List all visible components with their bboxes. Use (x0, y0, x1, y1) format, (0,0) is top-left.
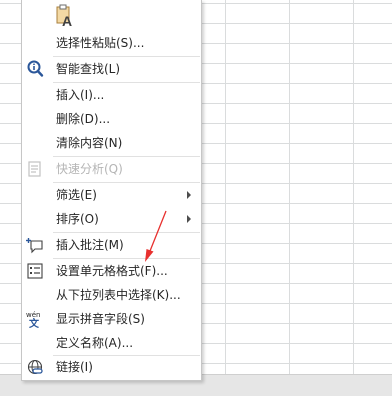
menu-item-insert[interactable]: 插入(I)... (22, 83, 201, 107)
menu-item-link[interactable]: 链接(I) (22, 355, 201, 379)
menu-item-delete[interactable]: 删除(D)... (22, 107, 201, 131)
submenu-arrow-icon (187, 191, 191, 199)
svg-text:文: 文 (29, 317, 40, 328)
link-icon (26, 358, 44, 376)
paste-options-row: A (22, 0, 201, 30)
menu-item-define-name[interactable]: 定义名称(A)... (22, 331, 201, 355)
menu-item-smart-lookup[interactable]: 智能查找(L) (22, 57, 201, 81)
menu-item-pick-from-dropdown[interactable]: 从下拉列表中选择(K)... (22, 283, 201, 307)
svg-text:A: A (62, 13, 72, 28)
menu-item-clear-contents[interactable]: 清除内容(N) (22, 131, 201, 155)
menu-item-format-cells[interactable]: 设置单元格格式(F)... (22, 259, 201, 283)
insert-comment-icon (26, 236, 44, 254)
smart-lookup-icon (26, 60, 44, 78)
menu-item-insert-comment[interactable]: 插入批注(M) (22, 233, 201, 257)
menu-item-sort[interactable]: 排序(O) (22, 207, 201, 231)
submenu-arrow-icon (187, 215, 191, 223)
quick-analysis-icon (26, 160, 44, 178)
menu-item-quick-analysis: 快速分析(Q) (22, 157, 201, 181)
context-menu: A 选择性粘贴(S)... 智能查找(L) 插入(I)... 删除(D)... … (21, 0, 202, 381)
paste-text-only-icon[interactable]: A (55, 4, 75, 29)
menu-item-show-phonetic[interactable]: wén 文 显示拼音字段(S) (22, 307, 201, 331)
svg-text:wén: wén (26, 311, 40, 319)
menu-item-paste-special[interactable]: 选择性粘贴(S)... (22, 31, 201, 55)
phonetic-guide-icon: wén 文 (26, 310, 44, 330)
format-cells-icon (26, 262, 44, 280)
menu-item-filter[interactable]: 筛选(E) (22, 183, 201, 207)
